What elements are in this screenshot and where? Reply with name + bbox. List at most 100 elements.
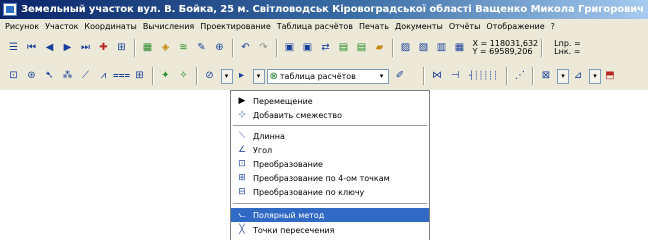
triangle-dropdown-button[interactable]: ▾ [589, 68, 601, 84]
menu-uchastok[interactable]: Участок [42, 22, 81, 31]
node-tool-icon[interactable]: ✦ [158, 69, 173, 84]
menu-proektirovanie[interactable]: Проектирование [197, 22, 274, 31]
menu-item-transform[interactable]: ⊡ Преобразование [231, 157, 429, 171]
edit-layer-icon[interactable]: ✎ [194, 41, 209, 56]
previous-record-icon[interactable]: ◀ [42, 41, 57, 56]
select-pointer-icon[interactable]: ➷ [42, 69, 57, 84]
transform-icon: ⊡ [238, 159, 246, 169]
frame-alt-icon[interactable]: ▣ [300, 41, 315, 56]
drawing-toolbar: ⊡ ⊛ ➷ ⁂ ⟋ ⩘ ⩶ ⊞ ✦ ✧ ⊘ ▾ ▸ ▾ ⊗ таблица ра… [0, 62, 648, 90]
lnk-value: Lнк. = [554, 47, 581, 56]
menu-item-intersection-points[interactable]: ╳ Точки пересечения [231, 223, 429, 237]
menu-vychisleniya[interactable]: Вычисления [140, 22, 197, 31]
toolbar-separator [151, 67, 154, 85]
pen-icon[interactable]: ✐ [393, 69, 408, 84]
transfer-icon[interactable]: ⇄ [318, 41, 333, 56]
menu-item-polar-method[interactable]: ⦦ Полярный метод [231, 208, 429, 222]
node-edit-icon[interactable]: ✧ [176, 69, 191, 84]
map-layer-icon[interactable]: ≋ [176, 41, 191, 56]
table-select[interactable]: ⊗ таблица расчётов ▾ [266, 68, 389, 84]
toolbar-separator [275, 39, 278, 57]
menu-otobrazhenie[interactable]: Отображение [483, 22, 547, 31]
measure-icon[interactable]: ⟋ [78, 69, 93, 84]
menu-item-add-adjacency[interactable]: ⊹ Добавить смежество [231, 108, 429, 122]
toolbar-separator [133, 39, 136, 57]
calculator-icon[interactable]: ▦ [452, 41, 467, 56]
menu-koordinaty[interactable]: Координаты [81, 22, 139, 31]
menu-otchety[interactable]: Отчёты [446, 22, 484, 31]
add-adjacency-icon: ⊹ [238, 110, 246, 120]
redo-icon[interactable]: ↷ [256, 41, 271, 56]
arrow-pointer-icon: ▶ [238, 96, 246, 106]
toolbar-separator [423, 67, 425, 85]
toolbar-separator [195, 67, 198, 85]
structure-icon[interactable]: ⊞ [132, 69, 147, 84]
chevron-down-icon[interactable]: ▾ [376, 72, 388, 80]
menu-help[interactable]: ? [548, 22, 558, 31]
angle-icon: ∠ [237, 145, 247, 155]
menu-risunok[interactable]: Рисунок [2, 22, 42, 31]
hatch-icon[interactable]: ⋰ [513, 69, 528, 84]
tool-dropdown-menu: ▶ Перемещение ⊹ Добавить смежество ⟍ Дли… [230, 90, 430, 240]
zoom-window-icon[interactable]: ⊡ [6, 69, 21, 84]
ruler-icon[interactable]: ┤┊┊┊┊┊ [466, 69, 502, 84]
move-arrow-icon[interactable]: ▸ [234, 69, 249, 84]
toolbar-separator [506, 67, 508, 85]
menu-item-transform-key[interactable]: ⊟ Преобразование по ключу [231, 185, 429, 199]
app-icon[interactable] [3, 3, 17, 16]
first-record-icon[interactable]: ⏮ [24, 41, 39, 56]
zoom-object-icon[interactable]: ⊛ [24, 69, 39, 84]
grid-table-alt-icon[interactable]: ▤ [354, 41, 369, 56]
toolbar-separator [231, 39, 234, 57]
image-icon[interactable]: ▨ [398, 41, 413, 56]
toolbar-separator [541, 39, 544, 57]
menu-separator [233, 203, 427, 204]
menu-dokumenty[interactable]: Документы [392, 22, 446, 31]
export-icon[interactable]: ⬒ [603, 69, 618, 84]
snap-tool-icon[interactable]: ⊘ [202, 69, 217, 84]
length-icon: ⟍ [238, 131, 246, 141]
toolbar-separator [532, 67, 534, 85]
points-icon[interactable]: ⁂ [60, 69, 75, 84]
zoom-layer-icon[interactable]: ⊕ [212, 41, 227, 56]
menu-item-move[interactable]: ▶ Перемещение [231, 94, 429, 108]
grid-icon[interactable]: ▦ [140, 41, 155, 56]
align-icon[interactable]: ⩶ [113, 69, 130, 84]
triangle-icon[interactable]: ⊿ [571, 69, 586, 84]
transform-4-points-icon: ⊞ [238, 173, 246, 183]
frame-icon[interactable]: ▣ [282, 41, 297, 56]
coord-y: Y = 69589,206 [472, 47, 533, 56]
toolbar-separator [391, 39, 394, 57]
last-record-icon[interactable]: ⏭ [78, 41, 93, 56]
length-readout: Lпр. = Lнк. = [554, 40, 581, 56]
coordinate-readout: X = 118031,632 Y = 69589,206 [473, 40, 539, 56]
record-list-icon[interactable]: ☰ [6, 41, 21, 56]
rectangle-icon[interactable]: ⊠ [539, 69, 554, 84]
segment-icon[interactable]: ⊣ [448, 69, 463, 84]
menu-item-length[interactable]: ⟍ Длинна [231, 129, 429, 143]
undo-icon[interactable]: ↶ [238, 41, 253, 56]
rectangle-dropdown-button[interactable]: ▾ [557, 68, 569, 84]
next-record-icon[interactable]: ▶ [60, 41, 75, 56]
menu-tablica-raschetov[interactable]: Таблица расчётов [274, 22, 356, 31]
cut-segment-icon[interactable]: ⋈ [430, 69, 445, 84]
layers-icon[interactable]: ◈ [158, 41, 173, 56]
menu-bar: Рисунок Участок Координаты Вычисления Пр… [0, 19, 648, 34]
intersection-points-icon: ╳ [239, 225, 245, 235]
tool-dropdown-button[interactable]: ▾ [252, 68, 265, 84]
table-icon: ⊗ [269, 70, 278, 82]
menu-pechat[interactable]: Печать [356, 22, 392, 31]
grid-table-icon[interactable]: ▤ [336, 41, 351, 56]
folder-icon[interactable]: ▰ [372, 41, 387, 56]
polyline-icon[interactable]: ⩘ [96, 69, 111, 84]
snap-dropdown-button[interactable]: ▾ [220, 68, 233, 84]
print-preview-icon[interactable]: ▥ [434, 41, 449, 56]
polar-method-icon: ⦦ [238, 210, 246, 220]
window-title: Земельный участок вул. В. Бойка, 25 м. С… [21, 4, 644, 15]
menu-item-transform-4-points[interactable]: ⊞ Преобразование по 4-ом точкам [231, 171, 429, 185]
add-record-icon[interactable]: ✚ [96, 41, 111, 56]
menu-item-angle[interactable]: ∠ Угол [231, 143, 429, 157]
record-tool-icon[interactable]: ⊞ [114, 41, 129, 56]
image-edit-icon[interactable]: ▧ [416, 41, 431, 56]
menu-separator [233, 125, 427, 126]
